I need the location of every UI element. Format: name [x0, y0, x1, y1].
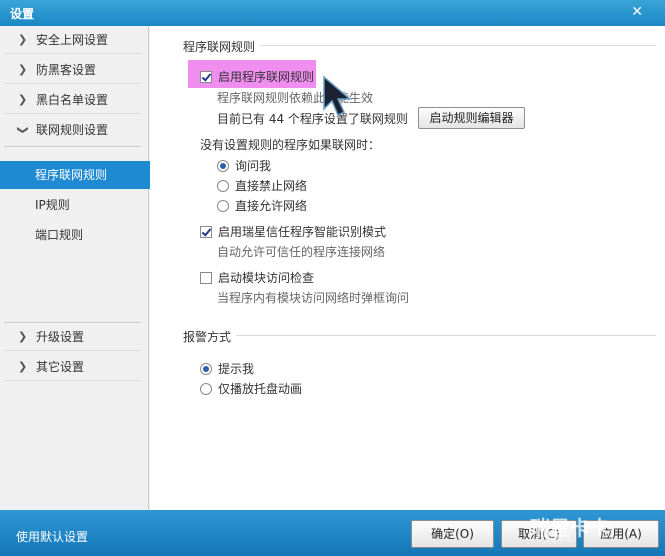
chevron-right-icon: ❯	[18, 330, 28, 343]
chevron-right-icon: ❯	[18, 93, 28, 106]
main-panel: 程序联网规则 启用程序联网规则 程序联网规则依赖此功能生效 目前已有 44 个程…	[150, 26, 665, 510]
sidebar: ❯ 安全上网设置 ❯ 防黑客设置 ❯ 黑白名单设置 ❯ 联网规则设置 程序联网规则 IP…	[0, 26, 156, 510]
section-title-alert: 报警方式	[183, 330, 232, 344]
mouse-cursor-icon	[323, 75, 353, 117]
section-divider	[260, 45, 656, 46]
sidebar-sub-program-rules[interactable]: 程序联网规则	[0, 161, 156, 189]
chevron-right-icon: ❯	[18, 360, 28, 373]
checkbox-checked-icon	[200, 70, 212, 83]
enable-rules-label: 启用程序联网规则	[218, 70, 315, 84]
sidebar-sub-ip-rules[interactable]: IP规则	[0, 191, 149, 219]
radio-block-network[interactable]: 直接禁止网络	[217, 177, 307, 194]
rules-count: 目前已有 44 个程序设置了联网规则	[217, 112, 408, 126]
radio-icon	[200, 382, 212, 395]
no-rule-heading: 没有设置规则的程序如果联网时：	[200, 138, 381, 152]
radio-icon	[217, 179, 229, 192]
close-icon[interactable]: ✕	[631, 4, 643, 20]
module-check-checkbox[interactable]: 启动模块访问检查	[200, 269, 314, 286]
checkbox-checked-icon	[200, 225, 212, 238]
radio-ask-me[interactable]: 询问我	[217, 157, 271, 174]
sidebar-item-upgrade[interactable]: ❯ 升级设置	[4, 323, 141, 351]
ok-button[interactable]: 确定(O)	[411, 520, 494, 548]
sidebar-divider	[4, 146, 141, 147]
enable-rules-checkbox[interactable]: 启用程序联网规则	[200, 68, 314, 85]
rule-editor-button[interactable]: 启动规则编辑器	[418, 107, 525, 129]
radio-icon	[217, 199, 229, 212]
radio-allow-network[interactable]: 直接允许网络	[217, 197, 307, 214]
radio-alert-notify[interactable]: 提示我	[200, 360, 254, 377]
section-title-program-rules: 程序联网规则	[183, 40, 256, 54]
chevron-down-icon: ❯	[16, 125, 30, 135]
chevron-right-icon: ❯	[18, 33, 28, 46]
sidebar-item-network-rules[interactable]: ❯ 联网规则设置	[4, 116, 141, 144]
sidebar-item-anti-hacker[interactable]: ❯ 防黑客设置	[4, 56, 141, 84]
sidebar-item-safe-browsing[interactable]: ❯ 安全上网设置	[4, 26, 141, 54]
checkbox-icon	[200, 271, 212, 284]
radio-alert-tray[interactable]: 仅播放托盘动画	[200, 380, 302, 397]
radio-selected-icon	[217, 159, 229, 172]
smart-mode-description: 自动允许可信任的程序连接网络	[217, 245, 386, 259]
watermark-url: ikaka	[545, 534, 572, 545]
title-bar: 设置 ✕	[0, 0, 665, 26]
sidebar-sub-port-rules[interactable]: 端口规则	[0, 221, 149, 249]
radio-selected-icon	[200, 362, 212, 375]
sidebar-item-black-white-list[interactable]: ❯ 黑白名单设置	[4, 86, 141, 114]
section-divider	[236, 335, 656, 336]
module-check-description: 当程序内有模块访问网络时弹框询问	[217, 291, 410, 305]
window-title: 设置	[10, 7, 35, 21]
sidebar-item-other[interactable]: ❯ 其它设置	[4, 353, 141, 381]
smart-mode-checkbox[interactable]: 启用瑞星信任程序智能识别模式	[200, 223, 386, 240]
reset-default-link[interactable]: 使用默认设置	[16, 528, 88, 545]
chevron-right-icon: ❯	[18, 63, 28, 76]
